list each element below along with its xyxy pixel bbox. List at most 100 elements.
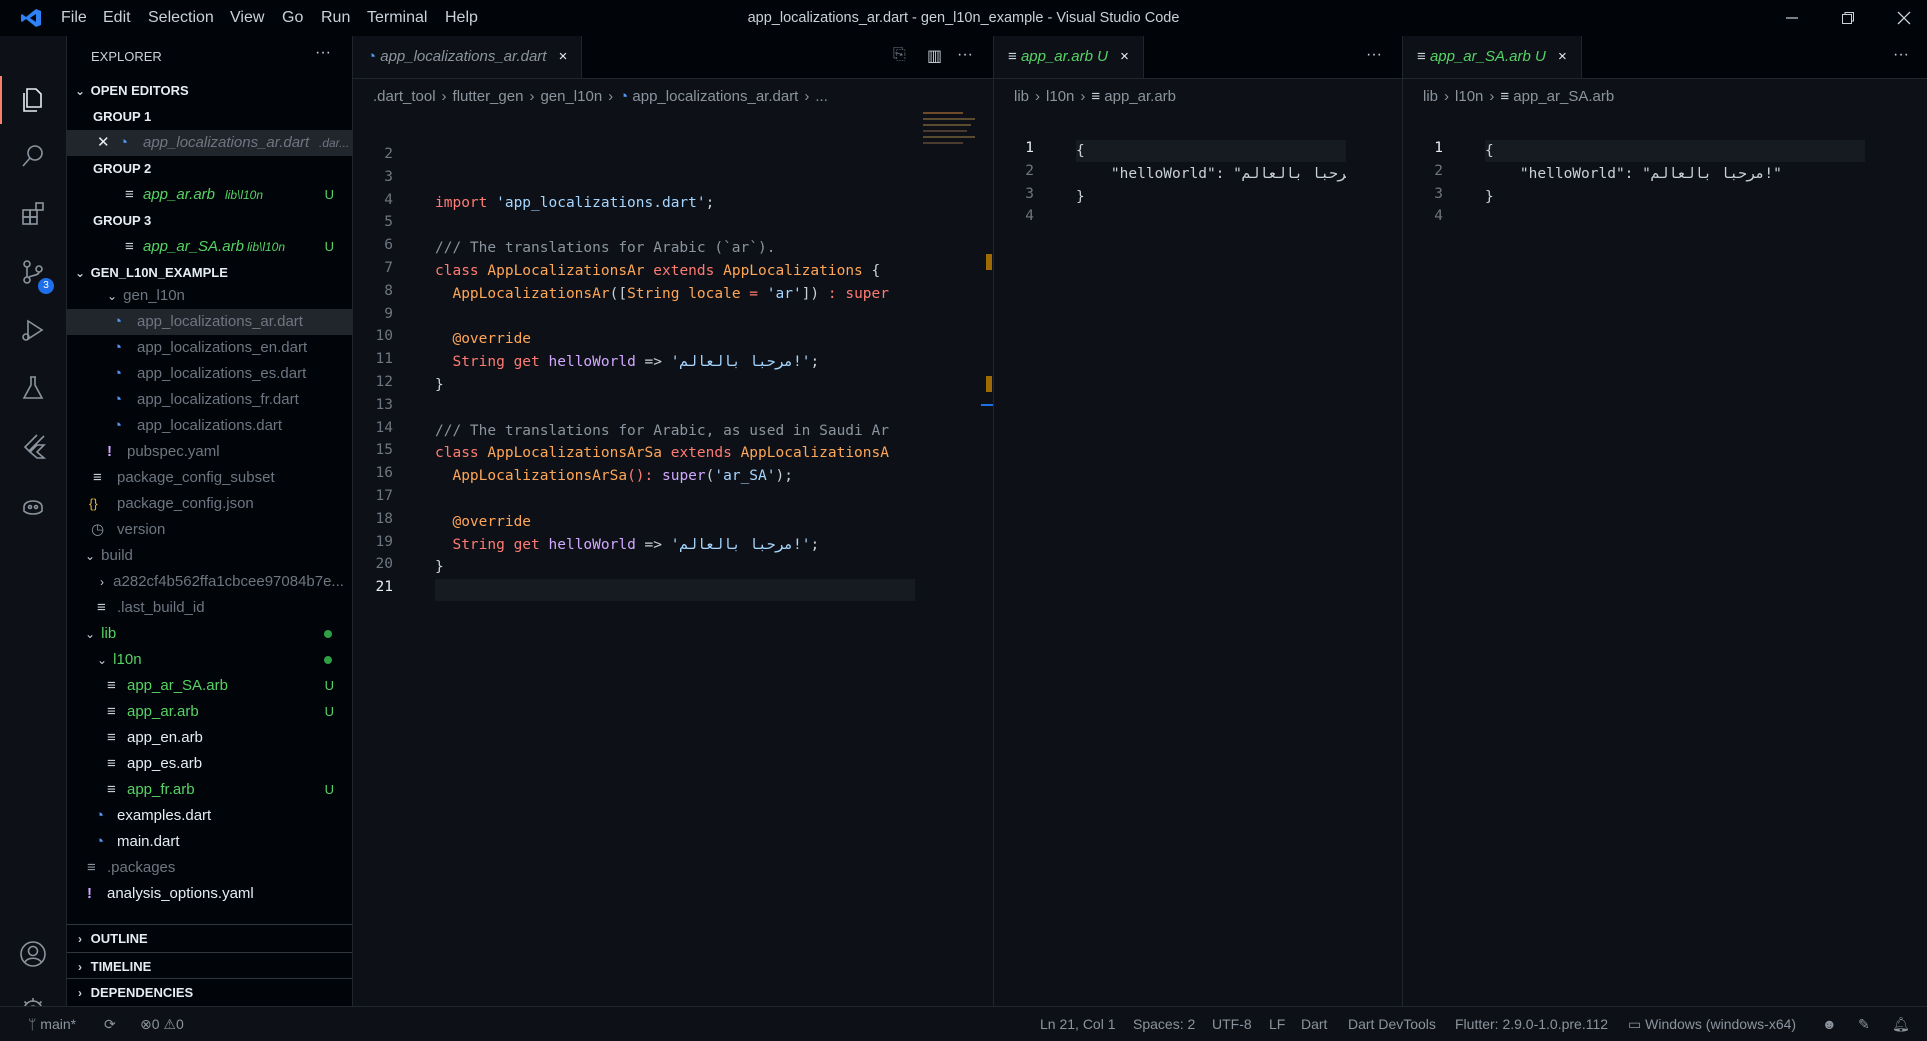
tree-file[interactable]: ! pubspec.yaml [67, 439, 352, 465]
problems-status[interactable]: ⊗0 ⚠0 [140, 1007, 184, 1041]
tree-file[interactable]: ≡ app_es.arb [67, 751, 352, 777]
menu-selection[interactable]: Selection [148, 0, 214, 36]
tree-file[interactable]: ◔ app_localizations.dart [67, 413, 352, 439]
breadcrumb-item[interactable]: flutter_gen [453, 88, 524, 105]
tree-folder-build[interactable]: ⌄ build [83, 543, 352, 569]
close-window-button[interactable] [1876, 0, 1927, 36]
more-actions-button[interactable]: ··· [1893, 46, 1909, 64]
breadcrumb-item[interactable]: .dart_tool [373, 88, 436, 105]
flutter-button[interactable] [0, 418, 66, 474]
open-editor-app-localizations-ar[interactable]: ✕ ◔ app_localizations_ar.dart .dar... [67, 130, 352, 156]
menu-run[interactable]: Run [321, 0, 350, 36]
breadcrumb-item[interactable]: gen_l10n [540, 88, 602, 105]
breadcrumb-item[interactable]: l10n [1046, 88, 1074, 105]
menu-view[interactable]: View [230, 0, 264, 36]
search-button[interactable] [0, 128, 66, 184]
breadcrumb-item[interactable]: app_ar_SA.arb [1513, 88, 1614, 105]
encoding-status[interactable]: UTF-8 [1212, 1007, 1252, 1041]
tree-folder-hash[interactable]: › a282cf4b562ffa1cbcee97084b7e... [95, 569, 352, 595]
tree-file[interactable]: ≡ app_ar_SA.arb U [67, 673, 352, 699]
tree-file[interactable]: {} package_config.json [67, 491, 352, 517]
close-icon[interactable]: × [559, 48, 568, 65]
devtools-status[interactable]: Dart DevTools [1348, 1007, 1436, 1041]
tree-folder-lib[interactable]: ⌄ lib [83, 621, 352, 647]
close-icon[interactable]: × [1558, 48, 1567, 65]
file-lines-icon: ≡ [107, 755, 116, 772]
compare-icon[interactable]: ⎘ [893, 46, 906, 64]
code-area[interactable]: 2 3 4 5 6 7 8 9 10 11 12 13 14 15 16 17 … [353, 146, 913, 606]
feedback-icon: ✎ [1858, 1016, 1870, 1032]
tree-file[interactable]: ≡ .last_build_id [67, 595, 352, 621]
tree-folder-l10n[interactable]: ⌄ l10n [95, 647, 352, 673]
breadcrumb-item[interactable]: lib [1014, 88, 1029, 105]
branch-status[interactable]: ᛘ main* [28, 1007, 76, 1041]
split-editor-icon[interactable]: ▥ [927, 46, 942, 66]
breadcrumb-item[interactable]: app_localizations_ar.dart [632, 88, 798, 105]
explorer-more-button[interactable]: ··· [315, 44, 331, 62]
tree-file[interactable]: ◔ app_localizations_fr.dart [67, 387, 352, 413]
code-area[interactable]: 1 2 3 4 { "helloWorld": "مرحبا بالعالم } [994, 140, 1354, 240]
device-status[interactable]: ▭ Windows (windows-x64) [1628, 1007, 1796, 1041]
close-icon[interactable]: ✕ [97, 130, 110, 156]
code-token: 'مرحبا بالعالم!' [670, 536, 811, 553]
more-actions-button[interactable]: ··· [1366, 46, 1382, 64]
notifications-button[interactable]: 🔔︎ [1892, 1007, 1910, 1041]
menu-edit[interactable]: Edit [103, 0, 131, 36]
menu-go[interactable]: Go [282, 0, 303, 36]
run-debug-button[interactable] [0, 302, 66, 358]
tree-file[interactable]: ! analysis_options.yaml [67, 881, 352, 907]
menu-terminal[interactable]: Terminal [367, 0, 427, 36]
sync-button[interactable]: ⟳ [104, 1007, 116, 1041]
cursor-position[interactable]: Ln 21, Col 1 [1040, 1007, 1116, 1041]
tree-label: app_fr.arb [127, 781, 195, 798]
open-editor-app-ar-sa[interactable]: ≡ app_ar_SA.arb lib\l10n U [67, 234, 352, 260]
copilot-button[interactable] [0, 476, 66, 532]
source-control-button[interactable]: 3 [0, 244, 66, 300]
copilot-status[interactable]: ☻ [1822, 1007, 1837, 1041]
tree-file[interactable]: ◷ version [67, 517, 352, 543]
flutter-version-status[interactable]: Flutter: 2.9.0-1.0.pre.112 [1455, 1007, 1608, 1041]
minimize-button[interactable] [1764, 0, 1820, 36]
indentation-status[interactable]: Spaces: 2 [1133, 1007, 1195, 1041]
tree-folder-gen-l10n[interactable]: ⌄ gen_l10n [105, 283, 352, 309]
open-editors-header[interactable]: ⌄ OPEN EDITORS [73, 78, 352, 104]
menu-help[interactable]: Help [445, 0, 478, 36]
tree-file[interactable]: ≡ app_en.arb [67, 725, 352, 751]
tree-file[interactable]: ≡ .packages [67, 855, 352, 881]
breadcrumb-item[interactable]: app_ar.arb [1104, 88, 1176, 105]
tree-file[interactable]: ◔ main.dart [67, 829, 352, 855]
tree-file[interactable]: ◔ examples.dart [67, 803, 352, 829]
tab-app-ar-arb[interactable]: ≡ app_ar.arb U × [994, 36, 1144, 78]
tree-file[interactable]: ≡ package_config_subset [67, 465, 352, 491]
open-editor-app-ar[interactable]: ≡ app_ar.arb lib\l10n U [67, 182, 352, 208]
explorer-button[interactable] [0, 72, 66, 128]
tab-app-ar-sa-arb[interactable]: ≡ app_ar_SA.arb U × [1403, 36, 1582, 78]
code-area[interactable]: 1 2 3 4 { "helloWorld": "مرحبا بالعالم!"… [1403, 140, 1883, 240]
tree-file[interactable]: ≡ app_ar.arb U [67, 699, 352, 725]
timeline-header[interactable]: › TIMELINE [73, 954, 352, 980]
accounts-button[interactable] [0, 926, 66, 982]
menu-file[interactable]: File [61, 0, 87, 36]
tree-file[interactable]: ◔ app_localizations_en.dart [67, 335, 352, 361]
breadcrumb-item[interactable]: ... [815, 88, 828, 105]
tree-file[interactable]: ≡ app_fr.arb U [67, 777, 352, 803]
tab-bar: ◔ app_localizations_ar.dart × ⎘ ▥ ··· [353, 36, 993, 79]
code-token: ); [775, 468, 793, 485]
extensions-button[interactable] [0, 186, 66, 242]
feedback-button[interactable]: ✎ [1858, 1007, 1870, 1041]
minimap[interactable] [923, 110, 975, 146]
close-icon[interactable]: × [1120, 48, 1129, 65]
tab-app-localizations-ar[interactable]: ◔ app_localizations_ar.dart × [353, 36, 583, 78]
tree-file[interactable]: ◔ app_localizations_ar.dart [67, 309, 352, 335]
tree-file[interactable]: ◔ app_localizations_es.dart [67, 361, 352, 387]
outline-header[interactable]: › OUTLINE [73, 926, 352, 952]
eol-status[interactable]: LF [1269, 1007, 1285, 1041]
dependencies-label: DEPENDENCIES [90, 985, 194, 1000]
dependencies-header[interactable]: › DEPENDENCIES [73, 980, 352, 1006]
restore-button[interactable] [1820, 0, 1876, 36]
more-actions-button[interactable]: ··· [957, 46, 973, 64]
language-status[interactable]: Dart [1301, 1007, 1327, 1041]
breadcrumb-item[interactable]: l10n [1455, 88, 1483, 105]
breadcrumb-item[interactable]: lib [1423, 88, 1438, 105]
testing-button[interactable] [0, 360, 66, 416]
